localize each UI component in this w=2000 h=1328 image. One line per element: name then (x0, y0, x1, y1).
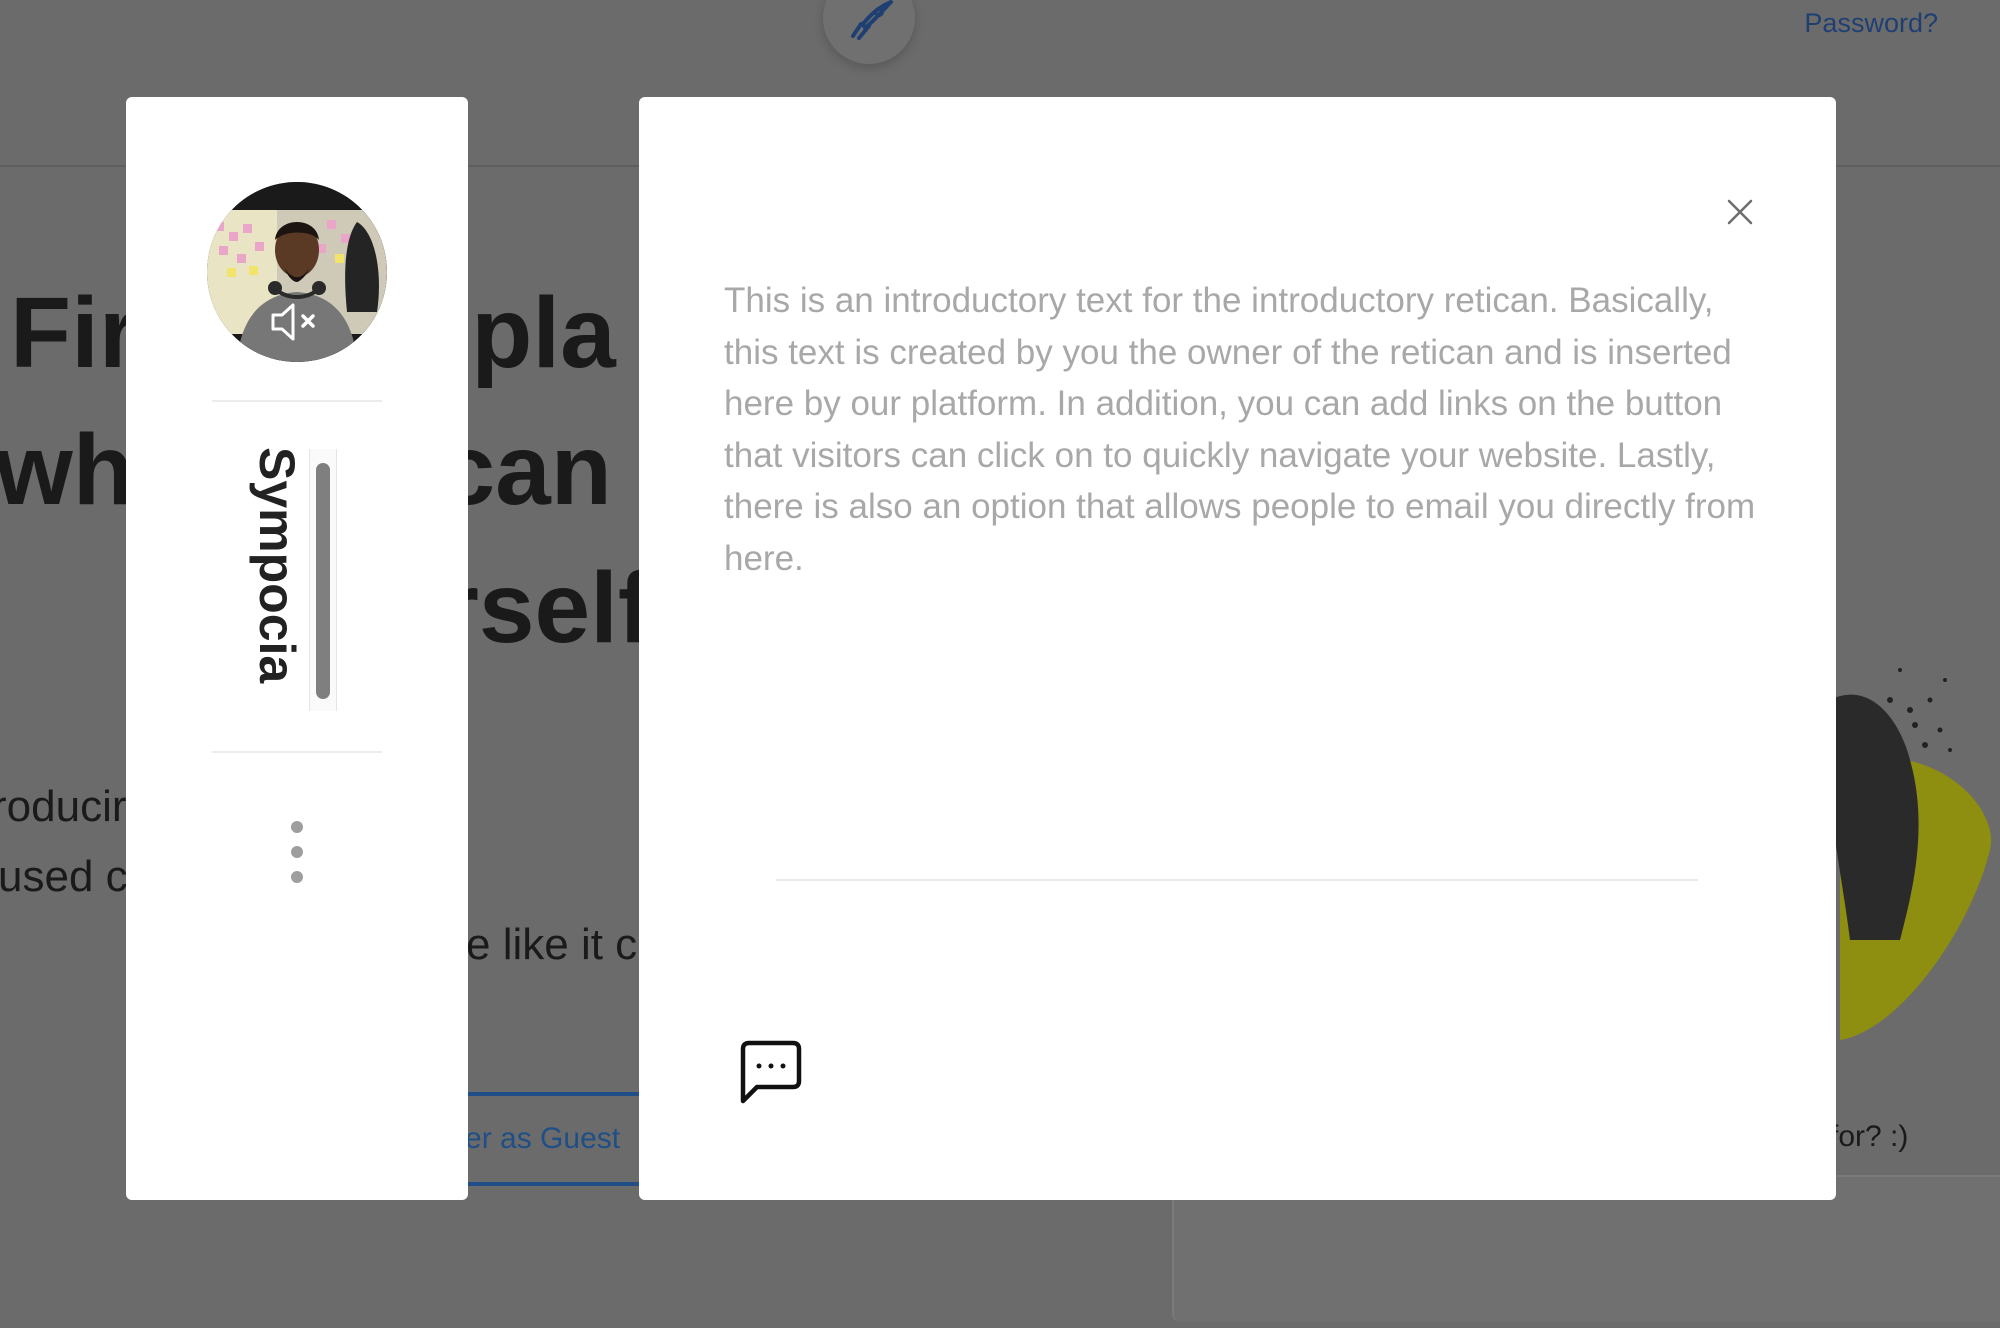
menu-dot (291, 821, 303, 833)
speaker-muted-icon[interactable] (269, 300, 325, 344)
sidebar-title: Sympocia (248, 447, 308, 717)
modal-divider (776, 879, 1698, 881)
sidebar-scrollbar-thumb[interactable] (316, 463, 330, 699)
close-icon (1727, 199, 1753, 225)
sidebar-title-text: Sympocia (249, 447, 305, 684)
sidebar-divider (212, 751, 382, 753)
retican-sidebar: Sympocia (126, 97, 468, 1200)
avatar-video[interactable] (207, 182, 387, 362)
forgot-password-link[interactable]: Password? (1804, 8, 1938, 39)
intro-text: This is an introductory text for the int… (724, 281, 1756, 578)
retican-modal: This is an introductory text for the int… (639, 97, 1836, 1200)
menu-dot (291, 871, 303, 883)
close-button[interactable] (1715, 187, 1765, 237)
hero-illustration (1827, 668, 1992, 1040)
sidebar-divider (212, 400, 382, 402)
sidebar-scrollbar[interactable] (309, 449, 337, 711)
hero-heading-line-3: rself (440, 552, 652, 664)
hero-paragraph-line-3: e like it c (466, 920, 638, 969)
message-button[interactable] (735, 1039, 805, 1109)
menu-dot (291, 846, 303, 858)
chat-bubble-icon (740, 1040, 802, 1104)
background-question-text: for? :) (1830, 1120, 1909, 1153)
vertical-dots-icon[interactable] (288, 821, 306, 895)
rocket-icon (851, 0, 893, 40)
enter-as-guest-button[interactable]: nter as Guest (440, 1092, 650, 1186)
